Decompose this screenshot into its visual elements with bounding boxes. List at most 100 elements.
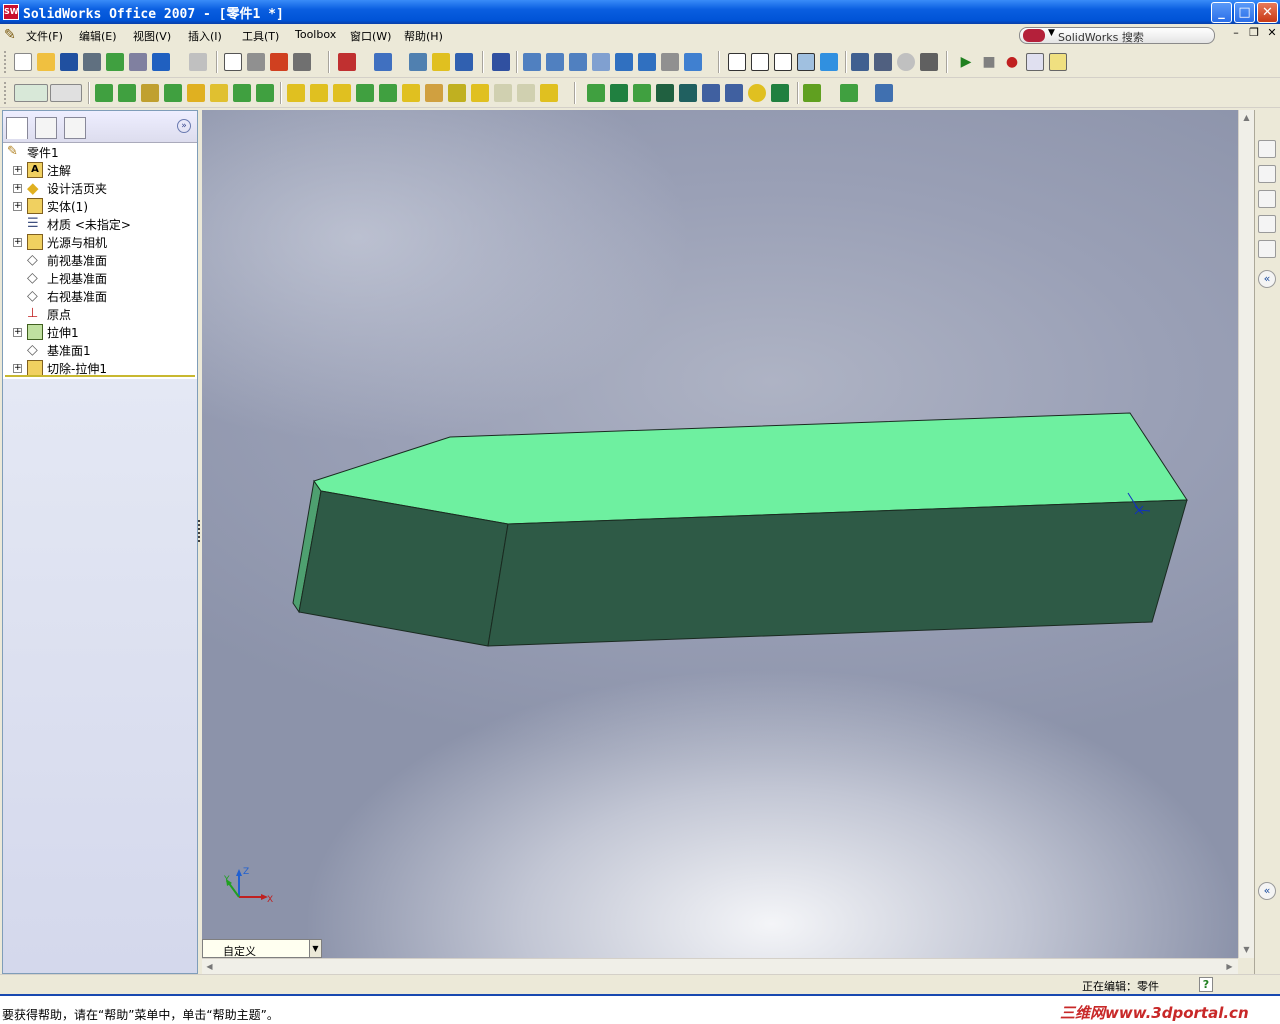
doc-minimize-icon[interactable]: – xyxy=(1228,26,1244,39)
tree-item-design-binder[interactable]: + ◆ 设计活页夹 xyxy=(3,179,197,197)
expand-icon[interactable]: + xyxy=(13,364,22,373)
tree-item-front-plane[interactable]: ◇ 前视基准面 xyxy=(3,251,197,269)
select-filter-icon[interactable] xyxy=(247,53,265,71)
minimize-button[interactable]: _ xyxy=(1211,2,1232,23)
revolved-boss-icon[interactable] xyxy=(118,84,136,102)
circular-pattern-icon[interactable] xyxy=(494,84,512,102)
section-view-icon[interactable] xyxy=(874,53,892,71)
scroll-left-icon[interactable]: ◀ xyxy=(202,959,217,974)
play-macro-icon[interactable]: ▶ xyxy=(957,53,975,71)
hidden-lines-visible-icon[interactable] xyxy=(751,53,769,71)
file-properties-icon[interactable] xyxy=(293,53,311,71)
rotate-view-icon[interactable] xyxy=(615,53,633,71)
swept-cut-icon[interactable] xyxy=(233,84,251,102)
redo-icon[interactable] xyxy=(189,53,207,71)
vertical-scrollbar[interactable]: ▲ ▼ xyxy=(1238,110,1254,958)
hidden-lines-removed-icon[interactable] xyxy=(774,53,792,71)
reference-point-icon[interactable] xyxy=(803,84,821,102)
tab-feature-manager[interactable] xyxy=(6,117,28,139)
zoom-to-selection-icon[interactable] xyxy=(592,53,610,71)
tree-item-right-plane[interactable]: ◇ 右视基准面 xyxy=(3,287,197,305)
rollback-bar[interactable] xyxy=(5,375,195,377)
mirror-icon[interactable] xyxy=(517,84,535,102)
scroll-up-icon[interactable]: ▲ xyxy=(1239,110,1254,125)
library-icon[interactable] xyxy=(455,53,473,71)
draft-icon[interactable] xyxy=(379,84,397,102)
previous-view-icon[interactable] xyxy=(661,53,679,71)
chevron-down-icon[interactable]: ▼ xyxy=(309,940,321,957)
open-icon[interactable] xyxy=(37,53,55,71)
zoom-in-out-icon[interactable] xyxy=(569,53,587,71)
expand-icon[interactable]: + xyxy=(13,166,22,175)
solidworks-app-icon[interactable]: SW xyxy=(3,4,19,20)
flex-icon[interactable] xyxy=(771,84,789,102)
menu-help[interactable]: 帮助(H) xyxy=(404,28,443,44)
doc-close-icon[interactable]: ✕ xyxy=(1264,26,1280,39)
menu-window[interactable]: 窗口(W) xyxy=(350,28,391,44)
menu-toolbox[interactable]: Toolbox xyxy=(295,28,336,41)
menu-insert[interactable]: 插入(I) xyxy=(188,28,222,44)
standard-views-icon[interactable] xyxy=(684,53,702,71)
tab-configuration-manager[interactable] xyxy=(64,117,86,139)
shaded-icon[interactable] xyxy=(820,53,838,71)
print-preview-icon[interactable] xyxy=(83,53,101,71)
menu-view[interactable]: 视图(V) xyxy=(133,28,171,44)
curves-icon[interactable] xyxy=(633,84,651,102)
lofted-boss-icon[interactable] xyxy=(164,84,182,102)
fillet-icon[interactable] xyxy=(287,84,305,102)
maximize-button[interactable]: □ xyxy=(1234,2,1255,23)
wireframe-icon[interactable] xyxy=(728,53,746,71)
expand-icon[interactable]: + xyxy=(13,328,22,337)
linear-pattern-icon[interactable] xyxy=(471,84,489,102)
camera-icon[interactable] xyxy=(920,53,938,71)
deform-icon[interactable] xyxy=(725,84,743,102)
sketch-entities-icon[interactable] xyxy=(14,84,48,102)
shell-icon[interactable] xyxy=(356,84,374,102)
new-macro-icon[interactable] xyxy=(1026,53,1044,71)
toolbar-grip[interactable] xyxy=(4,51,7,73)
split-line-icon[interactable] xyxy=(587,84,605,102)
tree-item-solid-bodies[interactable]: + 实体(1) xyxy=(3,197,197,215)
stop-macro-icon[interactable]: ■ xyxy=(980,53,998,71)
model-front-face[interactable] xyxy=(487,499,1188,647)
shaded-with-edges-icon[interactable] xyxy=(797,53,815,71)
tree-item-plane1[interactable]: ◇ 基准面1 xyxy=(3,341,197,359)
move-copy-icon[interactable] xyxy=(679,84,697,102)
horizontal-scrollbar[interactable]: ◀ ▶ xyxy=(202,958,1238,974)
chamfer-icon[interactable] xyxy=(310,84,328,102)
expand-task-pane-icon[interactable]: « xyxy=(1258,270,1276,288)
menu-tools[interactable]: 工具(T) xyxy=(242,28,279,44)
configuration-dropdown[interactable]: 自定义 ▼ xyxy=(202,939,322,958)
expand-icon[interactable]: + xyxy=(13,238,22,247)
record-macro-icon[interactable]: ● xyxy=(1003,53,1021,71)
tree-item-extrude1[interactable]: + 拉伸1 xyxy=(3,323,197,341)
indent-icon[interactable] xyxy=(748,84,766,102)
extruded-boss-icon[interactable] xyxy=(95,84,113,102)
menu-edit[interactable]: 编辑(E) xyxy=(79,28,117,44)
graphics-area[interactable]: Z X Y xyxy=(202,110,1238,958)
extruded-cut-icon[interactable] xyxy=(187,84,205,102)
tab-property-manager[interactable] xyxy=(35,117,57,139)
collapse-task-pane-icon[interactable]: « xyxy=(1258,882,1276,900)
rib-icon[interactable] xyxy=(333,84,351,102)
expand-icon[interactable]: + xyxy=(13,202,22,211)
curve-dropdown-icon[interactable] xyxy=(840,84,858,102)
freeform-icon[interactable] xyxy=(702,84,720,102)
smart-dimension-icon[interactable] xyxy=(50,84,82,102)
solidworks-logo-icon[interactable]: ✎ xyxy=(4,27,20,43)
print-icon[interactable] xyxy=(129,53,147,71)
shadows-icon[interactable] xyxy=(851,53,869,71)
view-palette-icon[interactable] xyxy=(1258,240,1276,258)
scroll-down-icon[interactable]: ▼ xyxy=(1239,942,1254,957)
scale-icon[interactable] xyxy=(540,84,558,102)
tree-item-lights-cameras[interactable]: + 光源与相机 xyxy=(3,233,197,251)
help-icon[interactable]: ? xyxy=(1199,977,1213,992)
menu-file[interactable]: 文件(F) xyxy=(26,28,63,44)
reference-geometry-icon[interactable] xyxy=(610,84,628,102)
design-library-icon[interactable] xyxy=(1258,165,1276,183)
lofted-cut-icon[interactable] xyxy=(256,84,274,102)
instant3d-icon[interactable] xyxy=(656,84,674,102)
file-explorer-icon[interactable] xyxy=(1258,190,1276,208)
revolved-cut-icon[interactable] xyxy=(210,84,228,102)
rebuild-icon[interactable] xyxy=(270,53,288,71)
